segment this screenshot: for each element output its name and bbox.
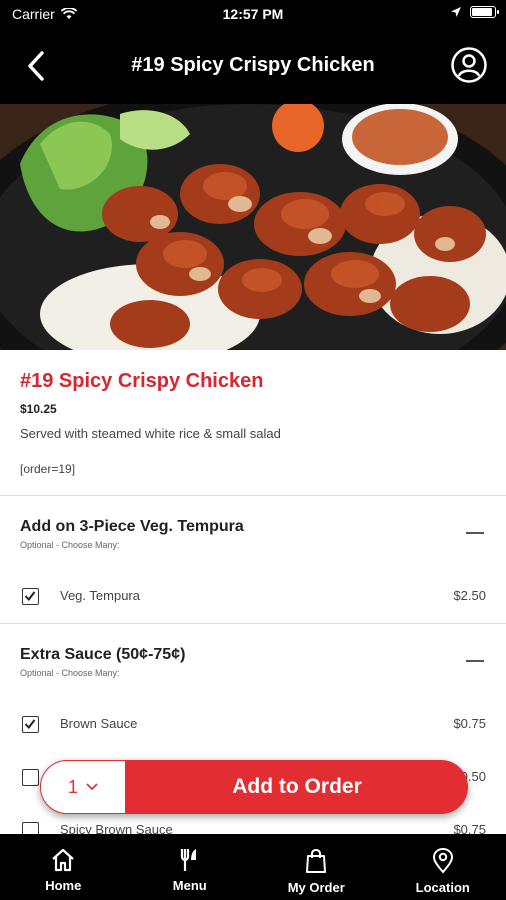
status-bar: Carrier 12:57 PM xyxy=(0,0,506,30)
option-price: $0.75 xyxy=(453,716,486,731)
checkmark-icon xyxy=(24,591,36,602)
group-subtitle-extra-sauce: Optional - Choose Many: xyxy=(20,668,120,678)
tab-label: Home xyxy=(45,878,82,893)
checkbox-unchecked[interactable] xyxy=(22,822,39,834)
group-title-extra-sauce: Extra Sauce (50¢-75¢) xyxy=(20,646,186,663)
group-subtitle-tempura: Optional - Choose Many: xyxy=(20,540,120,550)
user-circle-icon xyxy=(451,47,487,83)
item-description: Served with steamed white rice & small s… xyxy=(20,426,281,441)
back-button[interactable] xyxy=(18,48,54,84)
option-veg-tempura[interactable]: Veg. Tempura $2.50 xyxy=(0,582,506,612)
tab-label: My Order xyxy=(287,880,345,895)
battery-fill xyxy=(472,8,492,16)
item-name: #19 Spicy Crispy Chicken xyxy=(20,370,264,392)
status-right xyxy=(450,6,499,18)
divider xyxy=(0,623,506,624)
collapse-tempura-button[interactable] xyxy=(466,532,484,534)
chevron-down-icon xyxy=(86,783,98,791)
map-pin-icon xyxy=(432,848,453,874)
tab-label: Location xyxy=(415,880,470,895)
add-to-order-button[interactable]: Add to Order xyxy=(126,760,468,814)
option-spicy-brown-sauce[interactable]: Spicy Brown Sauce $0.75 xyxy=(0,816,506,834)
tab-bar: Home Menu My Order Location xyxy=(0,834,506,900)
battery-icon xyxy=(470,6,499,18)
option-price: $0.75 xyxy=(453,822,486,834)
tab-home[interactable]: Home xyxy=(0,834,127,900)
checkbox-unchecked[interactable] xyxy=(22,769,39,786)
order-bar: 1 Add to Order xyxy=(40,760,468,814)
option-label: Brown Sauce xyxy=(60,716,138,731)
quantity-selector[interactable]: 1 xyxy=(40,760,126,814)
account-button[interactable] xyxy=(450,46,488,84)
item-order-tag: [order=19] xyxy=(20,462,76,476)
clock: 12:57 PM xyxy=(222,6,284,22)
option-label: Veg. Tempura xyxy=(60,588,140,603)
option-price: $2.50 xyxy=(453,588,486,603)
collapse-extra-sauce-button[interactable] xyxy=(466,660,484,662)
checkbox-checked[interactable] xyxy=(22,588,39,605)
page-title: #19 Spicy Crispy Chicken xyxy=(131,54,375,76)
tab-menu[interactable]: Menu xyxy=(127,834,254,900)
tab-my-order[interactable]: My Order xyxy=(253,834,380,900)
home-icon xyxy=(52,848,74,872)
nav-header: #19 Spicy Crispy Chicken xyxy=(0,30,506,104)
group-title-tempura: Add on 3-Piece Veg. Tempura xyxy=(20,518,244,535)
divider xyxy=(0,495,506,496)
option-label: Spicy Brown Sauce xyxy=(60,822,173,834)
quantity-value: 1 xyxy=(67,776,78,797)
option-brown-sauce[interactable]: Brown Sauce $0.75 xyxy=(0,710,506,740)
tab-location[interactable]: Location xyxy=(380,834,506,900)
location-arrow-icon xyxy=(451,7,461,17)
chevron-left-icon xyxy=(28,51,44,81)
item-price: $10.25 xyxy=(20,402,57,416)
checkbox-checked[interactable] xyxy=(22,716,39,733)
tab-label: Menu xyxy=(172,878,207,893)
food-photo xyxy=(0,104,506,350)
checkmark-icon xyxy=(24,719,36,730)
utensils-icon xyxy=(180,849,196,871)
shopping-bag-icon xyxy=(306,848,327,873)
